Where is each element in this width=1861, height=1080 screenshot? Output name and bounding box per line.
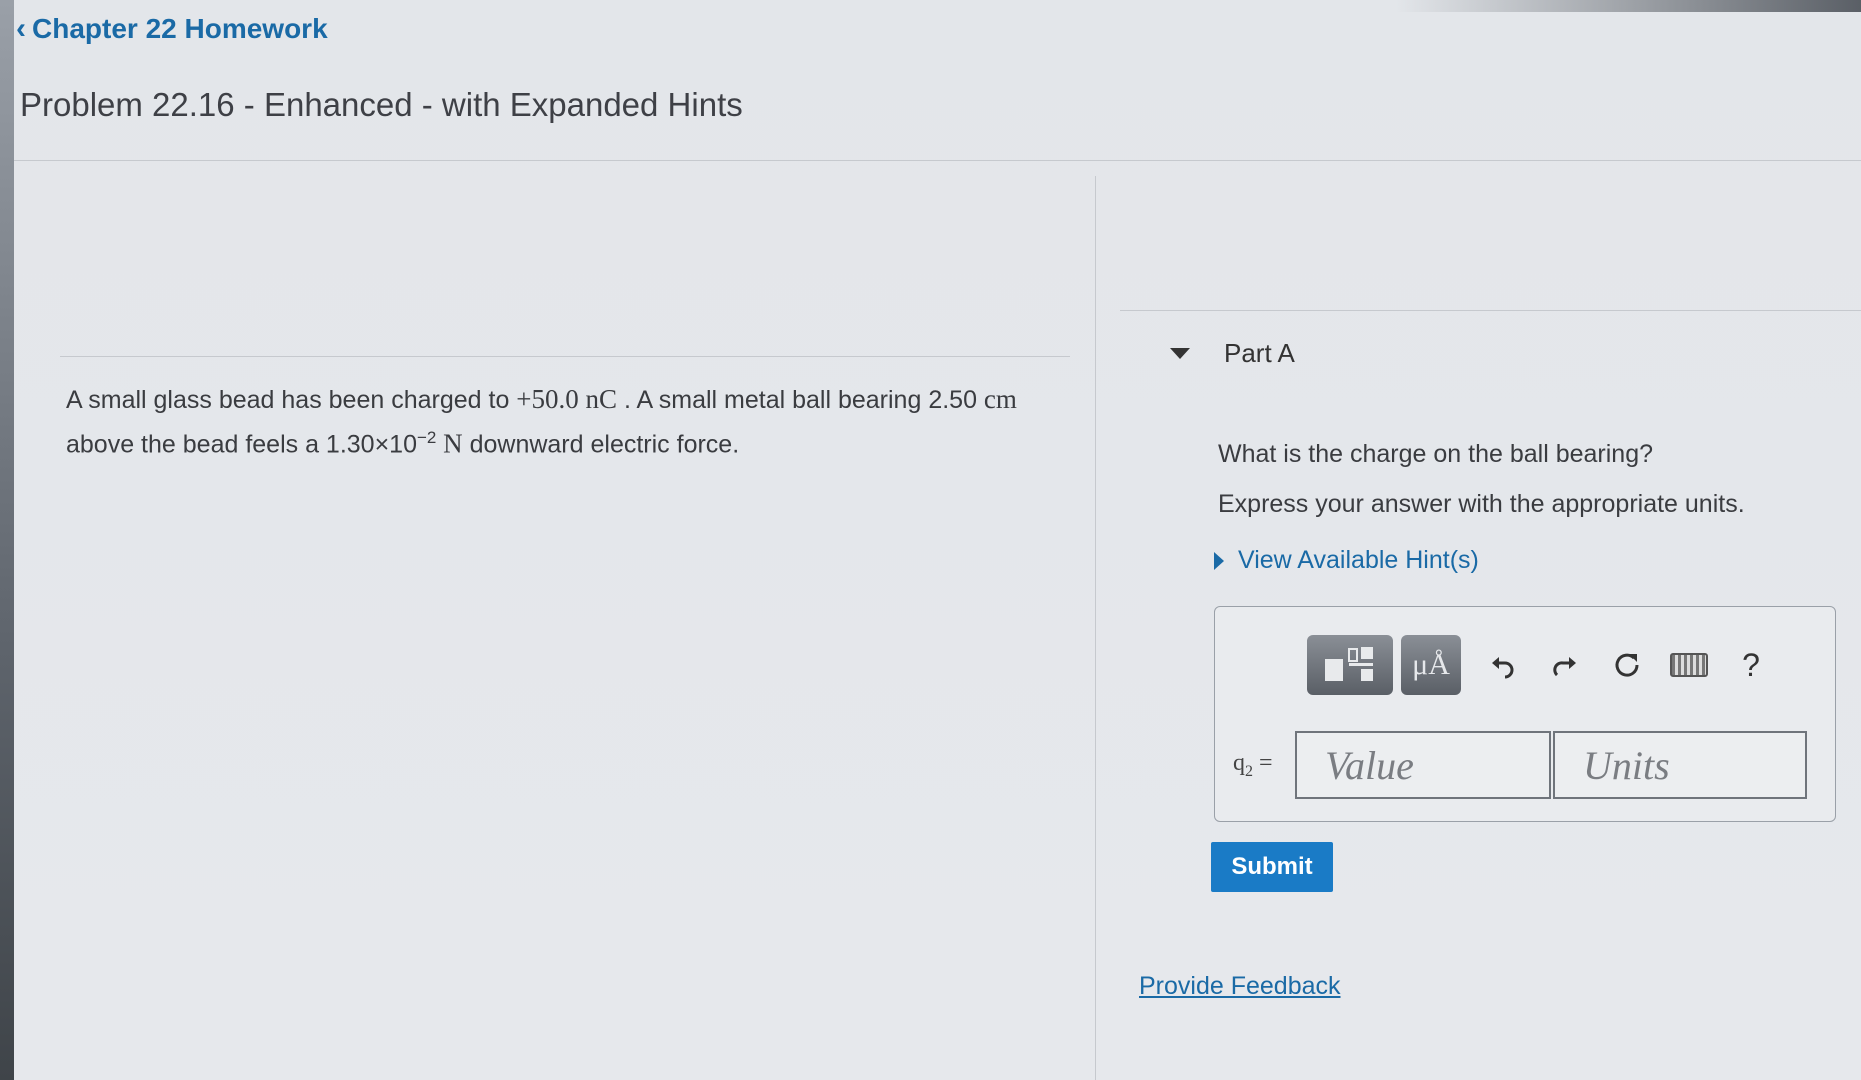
submit-button[interactable]: Submit	[1211, 842, 1333, 892]
units-placeholder: Units	[1583, 742, 1670, 788]
part-divider	[1120, 310, 1861, 311]
answer-toolbar: μÅ ?	[1307, 635, 1779, 695]
problem-statement: A small glass bead has been charged to +…	[66, 380, 1046, 463]
answer-box: μÅ ? q2 = Value Units	[1214, 606, 1836, 822]
undo-icon	[1492, 657, 1514, 679]
page-title: Problem 22.16 - Enhanced - with Expanded…	[20, 86, 743, 123]
templates-icon	[1325, 647, 1373, 681]
part-a-header[interactable]: Part A	[1170, 338, 1295, 369]
variable-subscript: 2	[1245, 762, 1253, 780]
question-text: What is the charge on the ball bearing?	[1218, 440, 1653, 468]
distance-unit: cm	[983, 384, 1017, 414]
problem-divider	[60, 356, 1070, 357]
force-exponent: −2	[417, 428, 437, 447]
problem-text-4: downward electric force.	[462, 430, 740, 459]
force-unit: N	[436, 428, 463, 459]
help-icon: ?	[1742, 646, 1760, 683]
back-to-chapter-link[interactable]: ‹ Chapter 22 Homework	[16, 12, 328, 46]
value-placeholder: Value	[1325, 742, 1414, 788]
hints-label: View Available Hint(s)	[1238, 546, 1479, 574]
screen-top-edge	[0, 0, 1861, 12]
charge-value: +50.0 nC	[516, 384, 618, 414]
reset-icon	[1615, 653, 1639, 677]
problem-text-2: . A small metal ball bearing 2.50	[617, 386, 984, 414]
view-hints-toggle[interactable]: View Available Hint(s)	[1214, 546, 1479, 575]
variable-symbol: q	[1233, 750, 1245, 776]
page	[14, 0, 1861, 1080]
keyboard-icon	[1670, 653, 1708, 677]
reset-button[interactable]	[1599, 635, 1655, 695]
problem-text-3: above the bead feels a 1.30×10	[66, 430, 417, 459]
header-divider	[14, 160, 1861, 161]
column-divider	[1095, 176, 1096, 1080]
provide-feedback-link[interactable]: Provide Feedback	[1139, 972, 1341, 1001]
templates-button[interactable]	[1307, 635, 1393, 695]
equals-sign: =	[1253, 750, 1273, 776]
redo-button[interactable]	[1537, 635, 1593, 695]
redo-icon	[1553, 657, 1576, 677]
help-button[interactable]: ?	[1723, 635, 1779, 695]
units-mu-A-icon: μÅ	[1412, 648, 1450, 681]
chevron-left-icon: ‹	[16, 12, 26, 45]
undo-button[interactable]	[1475, 635, 1531, 695]
keyboard-button[interactable]	[1661, 635, 1717, 695]
value-input[interactable]: Value	[1295, 731, 1551, 799]
variable-label: q2 =	[1233, 750, 1273, 781]
units-button[interactable]: μÅ	[1401, 635, 1461, 695]
part-label: Part A	[1224, 338, 1295, 368]
units-input[interactable]: Units	[1553, 731, 1807, 799]
back-link-label: Chapter 22 Homework	[32, 13, 328, 44]
expand-triangle-icon	[1214, 551, 1224, 570]
instruction-text: Express your answer with the appropriate…	[1218, 490, 1745, 518]
collapse-triangle-icon[interactable]	[1170, 348, 1190, 359]
problem-text-1: A small glass bead has been charged to	[66, 386, 517, 414]
